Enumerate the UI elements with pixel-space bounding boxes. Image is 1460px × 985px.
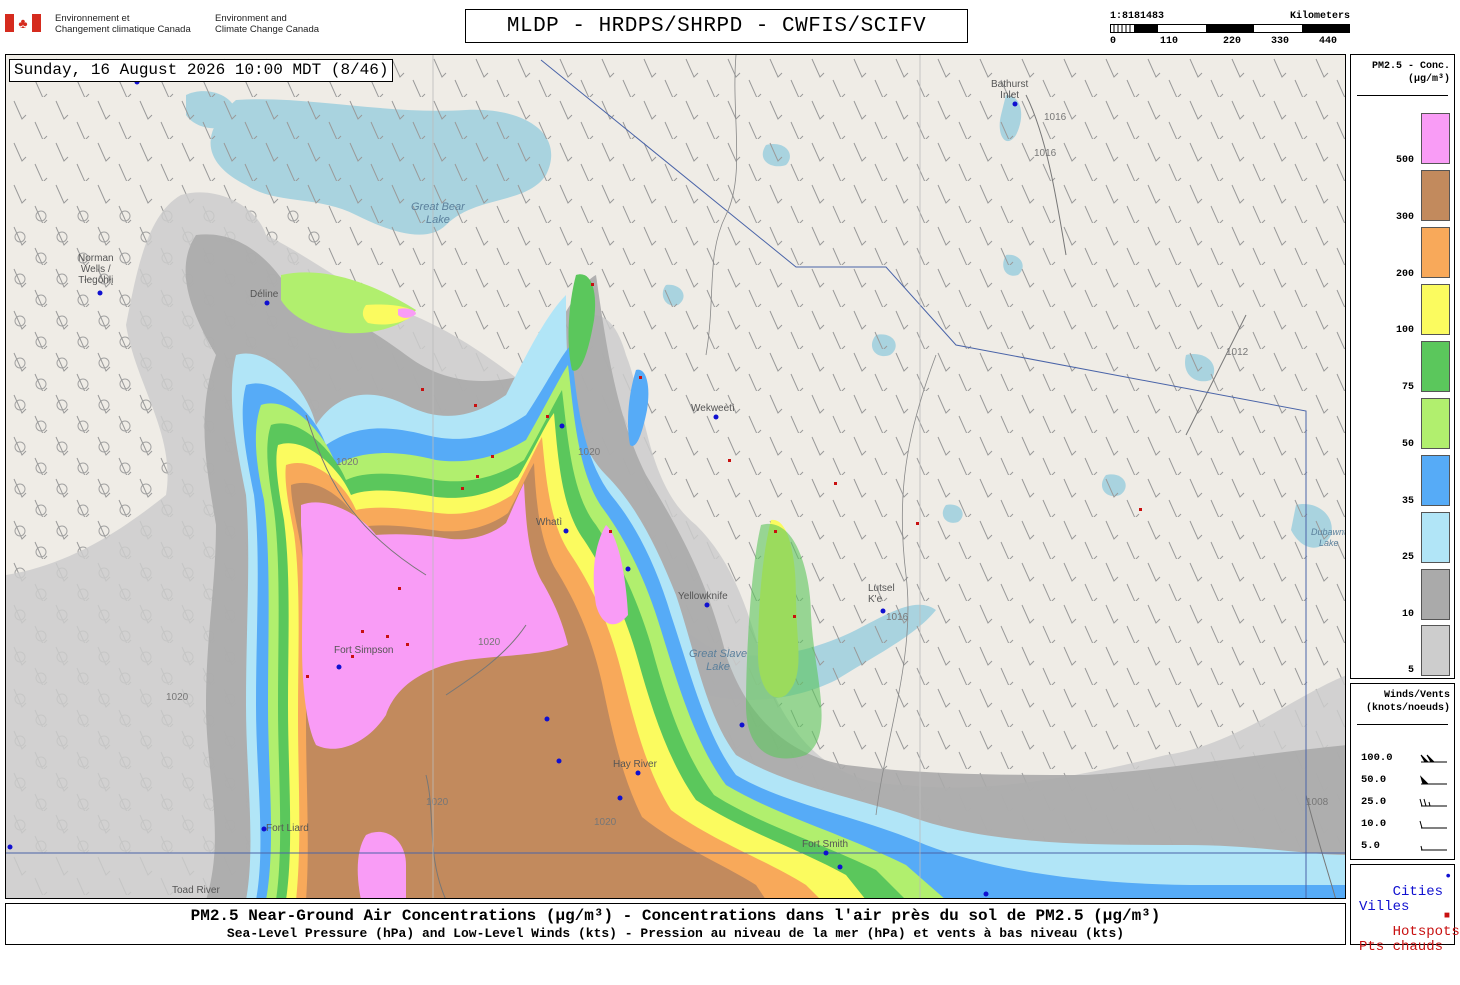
hotspots-legend: Hotspots Pts chauds ■ bbox=[1359, 910, 1460, 985]
wind-legend-title: Winds/Vents (knots/noeuds) bbox=[1365, 690, 1450, 714]
isobar-label: 1020 bbox=[578, 447, 601, 458]
wind-speed: 25.0 bbox=[1361, 796, 1387, 808]
wind-barb-icon bbox=[1419, 775, 1447, 785]
scale-bar-graphic bbox=[1110, 24, 1350, 33]
wind-legend: Winds/Vents (knots/noeuds) 100.0 50.0 25… bbox=[1350, 683, 1455, 860]
legend-swatch bbox=[1421, 170, 1450, 221]
wind-legend-row: 5.0 bbox=[1361, 840, 1451, 854]
footer-caption: PM2.5 Near-Ground Air Concentrations (µg… bbox=[5, 903, 1346, 945]
wind-speed: 10.0 bbox=[1361, 818, 1387, 830]
place-label: Toad River bbox=[172, 885, 220, 896]
legend-swatch bbox=[1421, 512, 1450, 563]
gov-name-en: Environment and Climate Change Canada bbox=[215, 13, 320, 35]
place-label: Yellowknife bbox=[678, 591, 728, 602]
place-label: Whatì bbox=[536, 517, 563, 528]
forecast-datetime: Sunday, 16 August 2026 10:00 MDT (8/46) bbox=[9, 59, 394, 82]
wind-legend-row: 100.0 bbox=[1361, 752, 1451, 766]
legend-label: 75 bbox=[1401, 382, 1414, 393]
place-label: Fort Simpson bbox=[334, 645, 394, 656]
isobar-label: 1020 bbox=[336, 457, 359, 468]
legend-swatch bbox=[1421, 455, 1450, 506]
isobar-label: 1020 bbox=[478, 637, 501, 648]
legend-label: 5 bbox=[1407, 665, 1414, 676]
wind-speed: 5.0 bbox=[1361, 840, 1380, 852]
legend-label: 25 bbox=[1401, 552, 1414, 563]
hotspots-legend-label: Hotspots Pts chauds bbox=[1359, 924, 1460, 955]
points-legend: Cities Villes • Hotspots Pts chauds ■ bbox=[1350, 864, 1460, 955]
canada-flag-icon: ♣ bbox=[5, 14, 41, 32]
scale-tick: 0 bbox=[1109, 36, 1117, 47]
isobar-label: 1012 bbox=[1226, 347, 1249, 358]
isobar-label: 1008 bbox=[1306, 797, 1329, 808]
wind-speed: 100.0 bbox=[1361, 752, 1393, 764]
wind-barb-icon bbox=[1420, 845, 1447, 851]
legend-swatch bbox=[1421, 341, 1450, 392]
wind-barb-icon bbox=[1420, 754, 1447, 763]
isobar-label: 1020 bbox=[426, 797, 449, 808]
scale-bar: 1:8181483 Kilometers 0 110 220 330 440 bbox=[1110, 11, 1350, 51]
scale-tick: 220 bbox=[1222, 36, 1242, 47]
legend-swatch bbox=[1421, 625, 1450, 676]
isobar-label: 1016 bbox=[886, 612, 909, 623]
caption-line-2: Sea-Level Pressure (hPa) and Low-Level W… bbox=[226, 926, 1125, 941]
legend-label: 10 bbox=[1401, 609, 1414, 620]
place-label: Wekweètì bbox=[691, 403, 735, 414]
wind-legend-row: 50.0 bbox=[1361, 774, 1451, 788]
place-label: Dubawnt Lake bbox=[1311, 527, 1346, 548]
wind-barb-icon bbox=[1419, 820, 1447, 829]
scale-tick: 110 bbox=[1159, 36, 1179, 47]
legend-label: 100 bbox=[1395, 325, 1414, 336]
isobar-label: 1020 bbox=[594, 817, 617, 828]
place-label: Great Slave Lake bbox=[689, 648, 748, 673]
place-label: Bathurst Inlet bbox=[991, 79, 1029, 101]
place-label: Lutsel K'e bbox=[868, 583, 895, 605]
wind-legend-row: 25.0 bbox=[1361, 796, 1451, 810]
wind-barb-icon bbox=[1419, 798, 1447, 807]
city-dot-icon: • bbox=[1444, 869, 1453, 885]
legend-swatch bbox=[1421, 398, 1450, 449]
government-logo: ♣ Environnement et Changement climatique… bbox=[5, 12, 335, 38]
place-label: Déline bbox=[250, 289, 279, 300]
scale-tick: 330 bbox=[1270, 36, 1290, 47]
pm25-legend-title: PM2.5 - Conc. (µg/m³) bbox=[1371, 61, 1450, 85]
isobar-label: 1016 bbox=[1034, 148, 1057, 159]
caption-line-1: PM2.5 Near-Ground Air Concentrations (µg… bbox=[190, 907, 1161, 925]
map-panel[interactable]: 1016 1016 1012 1016 1020 1020 1020 1020 … bbox=[5, 54, 1346, 899]
isobar-label: 1020 bbox=[166, 692, 189, 703]
scale-ratio: 1:8181483 bbox=[1110, 11, 1165, 22]
isobar-label: 1016 bbox=[1044, 112, 1067, 123]
scale-tick: 440 bbox=[1318, 36, 1338, 47]
product-title: MLDP - HRDPS/SHRPD - CWFIS/SCIFV bbox=[465, 9, 968, 43]
place-label: Great Bear Lake bbox=[411, 201, 465, 226]
legend-swatch bbox=[1421, 227, 1450, 278]
scale-unit: Kilometers bbox=[1289, 11, 1350, 22]
legend-swatch bbox=[1421, 113, 1450, 164]
legend-label: 50 bbox=[1401, 439, 1414, 450]
wind-legend-row: 10.0 bbox=[1361, 818, 1451, 832]
legend-label: 300 bbox=[1395, 212, 1414, 223]
place-label: Norman Wells / Tłegóhłį bbox=[78, 253, 114, 286]
legend-swatch bbox=[1421, 569, 1450, 620]
map-canvas: 1016 1016 1012 1016 1020 1020 1020 1020 … bbox=[6, 55, 1345, 898]
pm25-legend: PM2.5 - Conc. (µg/m³) 500 300 200 100 75… bbox=[1350, 54, 1455, 679]
legend-label: 35 bbox=[1401, 496, 1414, 507]
header: ♣ Environnement et Changement climatique… bbox=[0, 0, 1460, 54]
gov-name-fr: Environnement et Changement climatique C… bbox=[55, 13, 191, 35]
place-label: Fort Smith bbox=[802, 839, 849, 850]
place-label: Fort Liard bbox=[266, 823, 309, 834]
wind-speed: 50.0 bbox=[1361, 774, 1387, 786]
legend-label: 500 bbox=[1395, 155, 1414, 166]
hotspot-square-icon: ■ bbox=[1444, 911, 1451, 922]
place-label: Hay River bbox=[613, 759, 657, 770]
legend-label: 200 bbox=[1395, 269, 1414, 280]
legend-swatch bbox=[1421, 284, 1450, 335]
